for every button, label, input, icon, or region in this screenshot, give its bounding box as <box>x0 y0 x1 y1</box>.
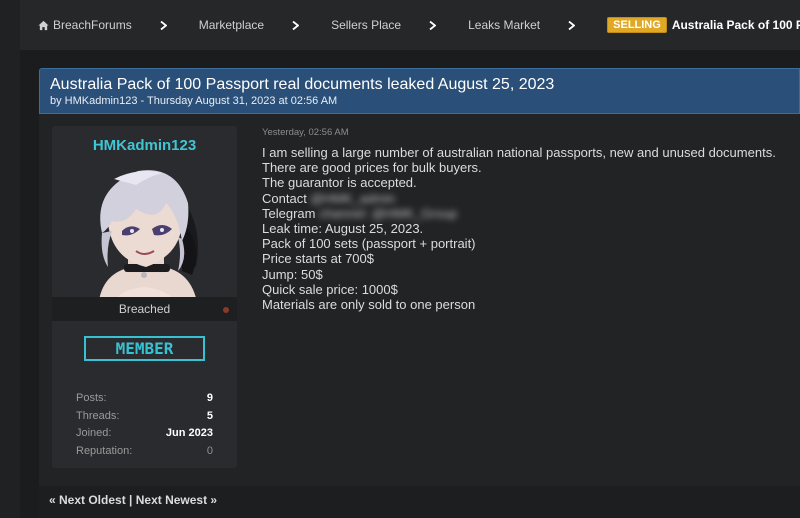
breadcrumb: BreachForums Marketplace Sellers Place L… <box>20 0 800 50</box>
stat-label: Reputation: <box>76 444 133 457</box>
thread-navigation: « Next Oldest | Next Newest » <box>39 486 800 518</box>
selling-badge: SELLING <box>607 17 667 33</box>
member-rank-badge: MEMBER <box>84 336 205 361</box>
chevron-right-icon <box>429 20 437 30</box>
telegram-label: Telegram <box>262 205 316 221</box>
post-line: There are good prices for bulk buyers. <box>262 160 482 176</box>
next-oldest-link[interactable]: « Next Oldest <box>49 493 126 507</box>
post-line: Leak time: August 25, 2023. <box>262 221 424 237</box>
author-stats: Posts: 9 Threads: 5 Joined: Jun 2023 Rep… <box>76 389 213 460</box>
post-date[interactable]: Yesterday, 02:56 AM <box>262 127 349 138</box>
stat-label: Threads: <box>76 409 120 422</box>
chevron-right-icon <box>568 20 576 30</box>
breadcrumb-item-marketplace[interactable]: Marketplace <box>199 18 264 32</box>
post-line-contact: Contact @HMK_admin <box>262 191 792 206</box>
thread-meta: by HMKadmin123 - Thursday August 31, 202… <box>50 95 338 107</box>
post-line: Quick sale price: 1000$ <box>262 281 398 297</box>
stat-label: Joined: <box>76 427 112 440</box>
breadcrumb-item-leaks-market[interactable]: Leaks Market <box>468 18 540 32</box>
post-line: I am selling a large number of australia… <box>262 145 776 160</box>
telegram-redacted: channel: @HMK_Group <box>315 205 458 221</box>
stat-label: Posts: <box>76 391 107 404</box>
stat-row-joined: Joined: Jun 2023 <box>76 424 213 442</box>
stat-value-posts[interactable]: 9 <box>207 392 213 404</box>
breadcrumb-item-sellers-place[interactable]: Sellers Place <box>331 18 401 32</box>
author-usertitle: Breached <box>118 302 171 316</box>
post-line: Materials are only sold to one person <box>262 297 476 313</box>
contact-label: Contact <box>262 190 311 206</box>
breadcrumb-item-home[interactable]: BreachForums <box>38 18 132 32</box>
post-line: The guarantor is accepted. <box>262 175 417 191</box>
post-line: Jump: 50$ <box>262 266 323 282</box>
post-line: Pack of 100 sets (passport + portrait) <box>262 236 476 252</box>
stat-value-threads[interactable]: 5 <box>207 410 213 422</box>
nav-divider: | <box>125 493 136 507</box>
stat-row-reputation: Reputation: 0 <box>76 442 213 460</box>
author-username[interactable]: HMKadmin123 <box>52 137 237 154</box>
post-line-telegram: Telegram channel: @HMK_Group <box>262 206 792 221</box>
thread-header: Australia Pack of 100 Passport real docu… <box>39 68 800 114</box>
left-gutter <box>0 0 20 518</box>
breadcrumb-current-title: Australia Pack of 100 Passport real docu… <box>671 18 800 32</box>
breadcrumb-current: SELLING Australia Pack of 100 Passport r… <box>607 17 800 33</box>
stat-row-posts: Posts: 9 <box>76 389 213 407</box>
contact-redacted: @HMK_admin <box>310 190 396 206</box>
chevron-right-icon <box>160 20 167 30</box>
offline-status-icon <box>223 307 229 313</box>
chevron-right-icon <box>292 20 300 30</box>
author-avatar[interactable] <box>78 163 211 309</box>
breadcrumb-link-leaks-market[interactable]: Leaks Market <box>468 18 540 32</box>
stat-row-threads: Threads: 5 <box>76 407 213 425</box>
stat-value-joined: Jun 2023 <box>165 427 213 440</box>
breadcrumb-link-marketplace[interactable]: Marketplace <box>199 18 264 32</box>
next-newest-link[interactable]: Next Newest » <box>136 493 217 507</box>
home-icon <box>38 20 49 30</box>
stat-value-reputation[interactable]: 0 <box>207 445 213 457</box>
post-line: Price starts at 700$ <box>262 251 374 267</box>
thread-title: Australia Pack of 100 Passport real docu… <box>50 76 555 93</box>
post-body: I am selling a large number of australia… <box>262 145 792 312</box>
breadcrumb-link-sellers-place[interactable]: Sellers Place <box>331 18 401 32</box>
breadcrumb-link-breachforums[interactable]: BreachForums <box>53 18 132 32</box>
author-card: HMKadmin123 Breached MEMBER Posts: 9 Thr… <box>52 126 237 468</box>
